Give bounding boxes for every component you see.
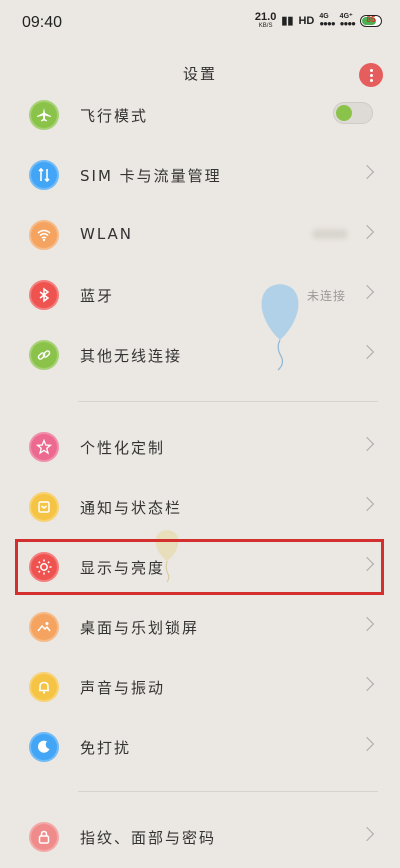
section-divider <box>78 401 378 402</box>
chevron-right-icon <box>359 676 375 692</box>
settings-row-fingerprint-face-password[interactable]: 指纹、面部与密码 <box>0 808 400 868</box>
row-label: 指纹、面部与密码 <box>80 829 217 847</box>
moon-icon <box>29 732 59 762</box>
airplane-mode-toggle[interactable] <box>333 102 373 124</box>
customize-icon <box>29 432 59 462</box>
row-label: WLAN <box>80 225 134 243</box>
row-label: 其他无线连接 <box>80 347 183 365</box>
settings-row-sim-data[interactable]: SIM 卡与流量管理 <box>0 146 400 206</box>
settings-row-bluetooth[interactable]: 蓝牙 未连接 <box>0 266 400 326</box>
chevron-right-icon <box>359 344 375 360</box>
row-label: 通知与状态栏 <box>80 499 183 517</box>
settings-row-other-wireless[interactable]: 其他无线连接 <box>0 326 400 386</box>
chevron-right-icon <box>359 736 375 752</box>
cellular-data-icon: ▮▮ <box>281 15 294 27</box>
page-title: 设置 <box>182 65 217 83</box>
airplane-icon <box>29 100 59 130</box>
bluetooth-icon <box>29 280 59 310</box>
status-time: 09:40 <box>22 14 63 31</box>
chevron-right-icon <box>359 436 375 452</box>
chevron-right-icon <box>359 616 375 632</box>
net-speed-value: 21.0 <box>254 11 277 23</box>
wifi-icon <box>29 220 59 250</box>
highlight-box <box>15 539 384 595</box>
chevron-right-icon <box>359 224 375 240</box>
sim-data-icon <box>29 160 59 190</box>
section-divider <box>78 791 378 792</box>
row-label: 蓝牙 <box>80 287 115 305</box>
lock-icon <box>29 822 59 852</box>
signal-2-icon: 4G⁺ ●●●● <box>339 13 356 28</box>
battery-level: 85 <box>366 14 376 24</box>
row-label: 桌面与乐划锁屏 <box>80 619 200 637</box>
net-speed-unit: KB/S <box>258 23 273 29</box>
status-icons: 21.0 KB/S ▮▮ HD 4G ●●●● 4G⁺ ●●●● 85 <box>255 12 382 29</box>
row-label: SIM 卡与流量管理 <box>80 167 222 185</box>
chevron-right-icon <box>359 826 375 842</box>
row-label: 免打扰 <box>80 739 132 757</box>
battery-icon: 85 <box>360 14 382 27</box>
chevron-right-icon <box>359 284 375 300</box>
settings-row-desktop-lockscreen[interactable]: 桌面与乐划锁屏 <box>0 598 400 658</box>
settings-row-wlan[interactable]: WLAN <box>0 206 400 266</box>
signal-1-icon: 4G ●●●● <box>319 13 335 28</box>
chevron-right-icon <box>359 496 375 512</box>
desktop-icon <box>29 612 59 642</box>
row-label: 个性化定制 <box>80 439 166 457</box>
toggle-knob <box>336 105 352 121</box>
chevron-right-icon <box>359 164 375 180</box>
row-label: 飞行模式 <box>80 107 149 125</box>
notification-icon <box>29 492 59 522</box>
row-label: 声音与振动 <box>80 679 166 697</box>
settings-row-notifications[interactable]: 通知与状态栏 <box>0 478 400 538</box>
settings-row-airplane-mode[interactable]: 飞行模式 <box>0 86 400 146</box>
net-speed: 21.0 KB/S <box>254 11 277 30</box>
link-icon <box>29 340 59 370</box>
settings-row-personalization[interactable]: 个性化定制 <box>0 418 400 478</box>
bluetooth-status: 未连接 <box>306 289 346 303</box>
bell-icon <box>29 672 59 702</box>
more-options-button[interactable] <box>359 63 383 87</box>
wlan-name-blurred <box>312 229 348 239</box>
settings-row-do-not-disturb[interactable]: 免打扰 <box>0 718 400 778</box>
balloon-decoration-icon <box>261 284 299 371</box>
settings-row-sound-vibration[interactable]: 声音与振动 <box>0 658 400 718</box>
status-bar: 09:40 21.0 KB/S ▮▮ HD 4G ●●●● 4G⁺ ●●●● 8… <box>0 0 400 44</box>
hd-icon: HD <box>298 14 315 27</box>
